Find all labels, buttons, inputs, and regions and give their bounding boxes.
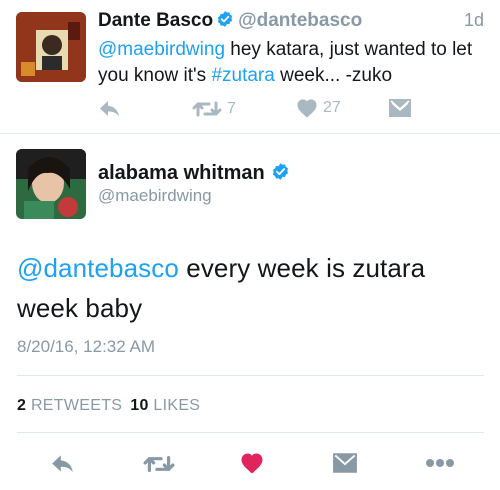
avatar-image [16,149,86,219]
retweets-count: 2 [17,397,27,414]
retweets-label: RETWEETS [30,397,123,414]
more-dots-icon [426,459,454,467]
tweet-divider [0,133,500,134]
more-button[interactable] [425,456,455,470]
main-tweet-handle[interactable]: @maebirdwing [98,186,212,206]
main-tweet-author[interactable]: alabama whitman [98,162,290,185]
retweet-button[interactable] [143,452,175,476]
verified-badge-icon [272,163,288,180]
engagement-stats: 2 RETWEETS 10 LIKES [17,397,200,415]
main-tweet-text: @dantebasco every week is zutara week ba… [17,248,487,328]
mention-link[interactable]: @dantebasco [17,253,179,283]
verified-badge-icon [217,11,233,27]
avatar-alabama-whitman[interactable] [16,149,86,219]
heart-icon [241,453,263,474]
reply-icon [100,101,119,117]
avatar-image [16,12,86,82]
reply-tweet-handle[interactable]: @dantebasco [238,10,362,31]
reply-tweet-display-name[interactable]: Dante Basco [98,10,213,31]
stats-divider-top [17,375,484,376]
retweets-stat[interactable]: 2 RETWEETS [17,397,122,414]
main-tweet-display-name[interactable]: alabama whitman [98,162,265,184]
like-button[interactable]: 27 [296,98,341,118]
reply-tweet-time[interactable]: 1d [464,10,484,31]
retweet-count: 7 [227,100,236,117]
mention-link[interactable]: @maebirdwing [98,39,225,60]
likes-label: LIKES [153,397,201,414]
envelope-icon [333,453,357,473]
hashtag-link[interactable]: #zutara [211,65,274,86]
reply-tweet-actions: 7 27 [98,98,428,122]
main-tweet-timestamp: 8/20/16, 12:32 AM [17,337,155,356]
retweet-icon [143,455,175,472]
likes-stat[interactable]: 10 LIKES [130,397,200,414]
retweet-button[interactable]: 7 [192,98,236,120]
heart-icon [297,99,317,118]
envelope-icon [389,99,411,117]
reply-tweet-author[interactable]: Dante Basco @dantebasco [98,10,362,32]
reply-button[interactable] [50,452,76,476]
reply-tweet-text: @maebirdwing hey katara, just wanted to … [98,37,490,89]
likes-count: 10 [130,397,149,414]
retweet-icon [192,101,222,117]
reply-tweet-text-part2: week... -zuko [274,65,393,86]
reply-tweet-header: Dante Basco @dantebasco 1d [98,10,484,36]
avatar-dante-basco[interactable] [16,12,86,82]
like-count: 27 [323,99,341,116]
direct-message-button[interactable] [332,452,358,474]
reply-icon [52,455,73,473]
direct-message-button[interactable] [388,98,412,118]
reply-button[interactable] [98,98,122,120]
stats-divider-bottom [17,432,484,433]
like-button[interactable] [240,452,264,474]
main-tweet-actions [0,452,500,478]
